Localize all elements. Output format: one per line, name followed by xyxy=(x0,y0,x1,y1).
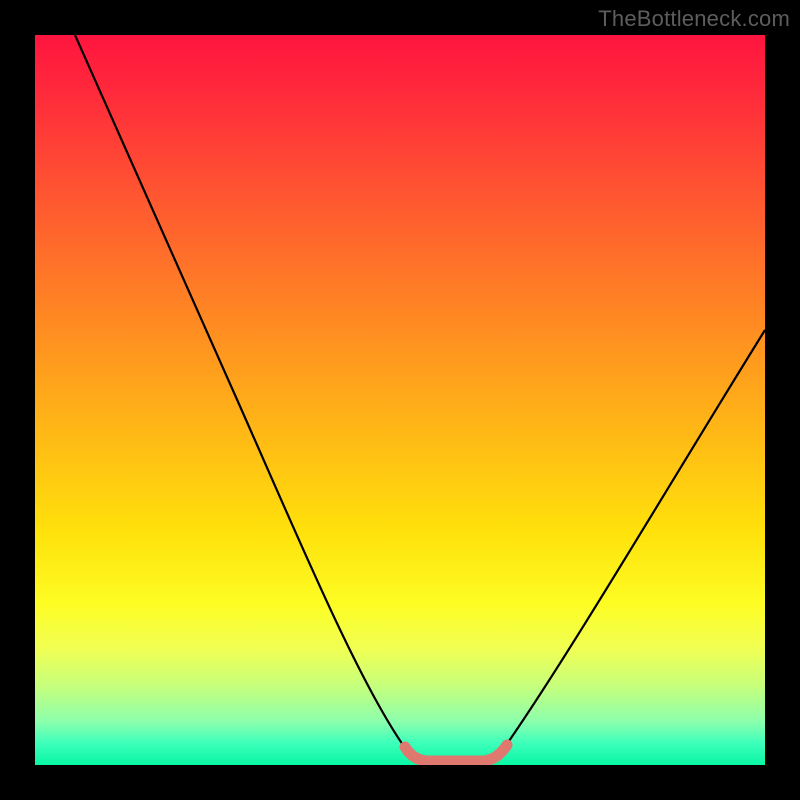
bottleneck-curve-path xyxy=(75,35,765,762)
optimal-zone-path xyxy=(405,745,507,761)
attribution-text: TheBottleneck.com xyxy=(598,6,790,32)
chart-svg xyxy=(35,35,765,765)
chart-frame: TheBottleneck.com xyxy=(0,0,800,800)
plot-area xyxy=(35,35,765,765)
